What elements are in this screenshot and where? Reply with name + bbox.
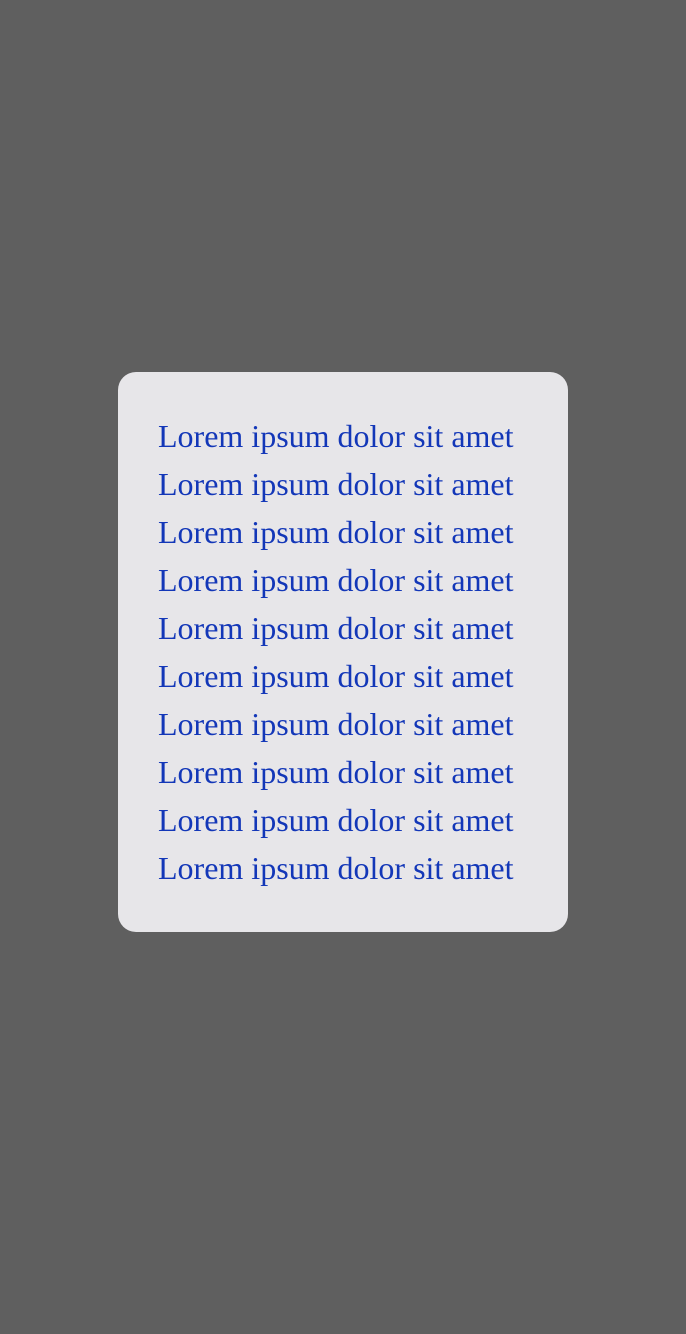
list-item: Lorem ipsum dolor sit amet: [158, 418, 514, 454]
list-item: Lorem ipsum dolor sit amet: [158, 610, 514, 646]
text-card: Lorem ipsum dolor sit amet Lorem ipsum d…: [118, 372, 568, 932]
list-item: Lorem ipsum dolor sit amet: [158, 562, 514, 598]
list-item: Lorem ipsum dolor sit amet: [158, 466, 514, 502]
list-item: Lorem ipsum dolor sit amet: [158, 850, 514, 886]
list-item: Lorem ipsum dolor sit amet: [158, 802, 514, 838]
list-item: Lorem ipsum dolor sit amet: [158, 514, 514, 550]
list-item: Lorem ipsum dolor sit amet: [158, 754, 514, 790]
list-item: Lorem ipsum dolor sit amet: [158, 658, 514, 694]
text-list: Lorem ipsum dolor sit amet Lorem ipsum d…: [158, 412, 568, 892]
list-item: Lorem ipsum dolor sit amet: [158, 706, 514, 742]
